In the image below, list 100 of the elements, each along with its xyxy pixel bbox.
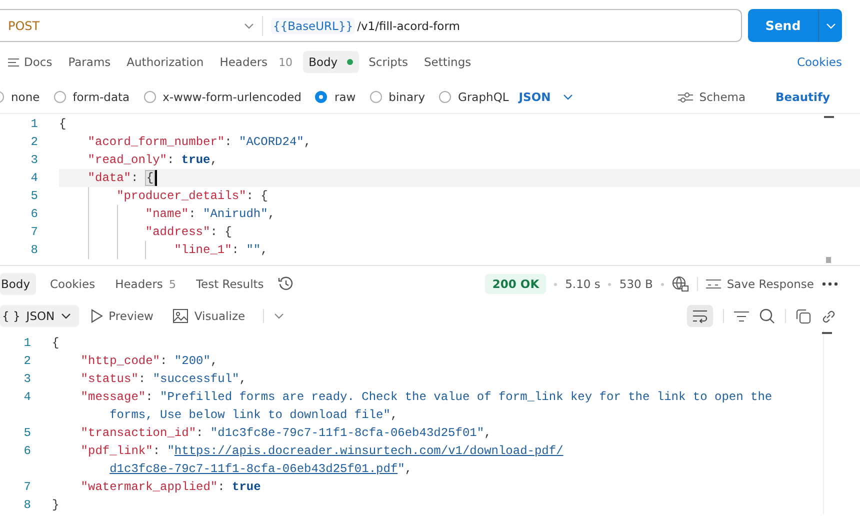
json-punctuation: , [304, 135, 312, 149]
response-tab[interactable]: Body [0, 273, 36, 295]
line-number: 1 [22, 336, 32, 350]
json-string: forms, Use below link to download file" [110, 408, 390, 422]
chevron-down-icon[interactable] [274, 313, 284, 319]
request-tab[interactable]: Settings [418, 51, 478, 73]
line-number: 3 [22, 372, 32, 386]
json-punctuation: { [52, 336, 60, 350]
body-type-radio[interactable]: GraphQL [439, 90, 509, 104]
radio-circle[interactable] [315, 91, 328, 103]
radio-circle[interactable] [144, 91, 156, 103]
url-field[interactable]: POST {{BaseURL}} /v1/fill-acord-form [0, 9, 742, 42]
copy-icon[interactable] [796, 308, 811, 324]
json-key: "name" [145, 207, 189, 221]
cookies-link[interactable]: Cookies [796, 55, 842, 69]
response-tab[interactable]: Test Results [190, 273, 270, 295]
json-key: "read_only" [88, 153, 168, 167]
json-key: "acord_form_number" [88, 135, 225, 149]
json-string: "200" [174, 354, 210, 368]
json-link[interactable]: d1c3fc8e-79c7-11f1-8cfa-06eb43d25f01.pdf [110, 462, 398, 476]
json-string: "Prefilled forms are ready. Check the value of form_link key for the link to open the [160, 390, 772, 404]
json-punctuation: , [390, 408, 398, 422]
view-button[interactable]: { } JSON [0, 305, 79, 327]
json-punctuation: : { [246, 189, 268, 203]
schema-button[interactable]: Schema [678, 90, 746, 104]
response-time: 5.10 s [565, 277, 600, 291]
globe-lock-icon[interactable] [672, 276, 689, 292]
response-tab[interactable]: Headers 5 [109, 273, 182, 295]
radio-circle[interactable] [54, 91, 66, 103]
json-key: "line_1" [174, 243, 232, 257]
format-dropdown[interactable]: JSON [518, 90, 573, 104]
request-tab[interactable]: Headers 10 [214, 51, 299, 73]
json-punctuation: , [210, 153, 218, 167]
save-response-button[interactable]: Save Response [706, 277, 814, 291]
response-size: 530 B [619, 277, 653, 291]
line-number: 3 [30, 153, 39, 167]
json-punctuation: : [196, 426, 204, 440]
url-path: /v1/fill-acord-form [357, 18, 460, 32]
matched-bracket: { [145, 170, 155, 186]
wrap-lines-button[interactable] [687, 305, 713, 327]
line-number: 8 [22, 498, 32, 512]
request-tab[interactable]: Authorization [120, 51, 210, 73]
more-icon[interactable] [822, 282, 838, 286]
json-punctuation: : [167, 153, 176, 167]
json-punctuation: : [218, 480, 226, 494]
chevron-down-icon [826, 22, 836, 28]
body-type-radio[interactable]: binary [370, 90, 426, 104]
json-punctuation: : [224, 135, 233, 149]
json-punctuation: , [268, 207, 276, 221]
image-icon [173, 309, 188, 323]
body-type-radio[interactable]: x-www-form-urlencoded [144, 90, 302, 104]
json-punctuation: , [404, 462, 412, 476]
beautify-link[interactable]: Beautify [776, 90, 830, 104]
line-number: 2 [22, 354, 32, 368]
json-punctuation: , [210, 354, 218, 368]
request-tab[interactable]: Body [302, 51, 359, 73]
json-keyword: true [232, 480, 261, 494]
body-type-radio[interactable]: form-data [54, 90, 130, 104]
line-number: 5 [22, 426, 32, 440]
lines-icon [8, 58, 19, 66]
radio-circle[interactable] [439, 91, 452, 103]
json-punctuation: : [152, 444, 162, 458]
line-number: 2 [30, 135, 39, 149]
json-punctuation: : [232, 243, 240, 257]
text-cursor [154, 170, 157, 186]
json-key: "message" [80, 390, 146, 404]
view-button[interactable]: Visualize [171, 305, 254, 327]
json-key: "address" [145, 225, 210, 239]
view-button[interactable]: Preview [88, 305, 162, 327]
chevron-down-icon [562, 94, 573, 100]
radio-circle[interactable] [370, 91, 382, 103]
method-dropdown[interactable]: POST [0, 18, 262, 32]
json-key: "transaction_id" [80, 426, 196, 440]
request-tab[interactable]: Docs [2, 51, 58, 73]
search-icon[interactable] [759, 308, 775, 324]
json-string: "successful" [152, 372, 240, 386]
json-key: "watermark_applied" [80, 480, 218, 494]
chevron-down-icon [60, 313, 71, 319]
line-number: 7 [30, 225, 39, 239]
json-punctuation: : [131, 171, 140, 185]
body-type-radio[interactable]: none [0, 90, 40, 104]
json-punctuation: : [146, 390, 154, 404]
request-tab[interactable]: Scripts [362, 51, 414, 73]
json-punctuation: : [160, 354, 168, 368]
filter-icon[interactable] [734, 310, 749, 322]
line-number: 6 [30, 207, 39, 221]
line-number: 6 [22, 444, 32, 458]
json-punctuation: , [484, 426, 492, 440]
body-type-radio[interactable]: raw [315, 90, 356, 104]
json-string: "ACORD24" [239, 135, 304, 149]
link-icon[interactable] [821, 308, 836, 324]
json-key: "producer_details" [116, 189, 246, 203]
json-punctuation: : [188, 207, 197, 221]
json-key: "data" [88, 171, 132, 185]
url-variable: {{BaseURL}} [271, 18, 356, 34]
response-tab[interactable]: Cookies [44, 273, 102, 295]
history-icon[interactable] [278, 276, 294, 292]
json-link[interactable]: https://apis.docreader.winsurtech.com/v1/download-pdf/ [174, 444, 564, 458]
request-tab[interactable]: Params [62, 51, 117, 73]
json-keyword: true [181, 153, 210, 167]
